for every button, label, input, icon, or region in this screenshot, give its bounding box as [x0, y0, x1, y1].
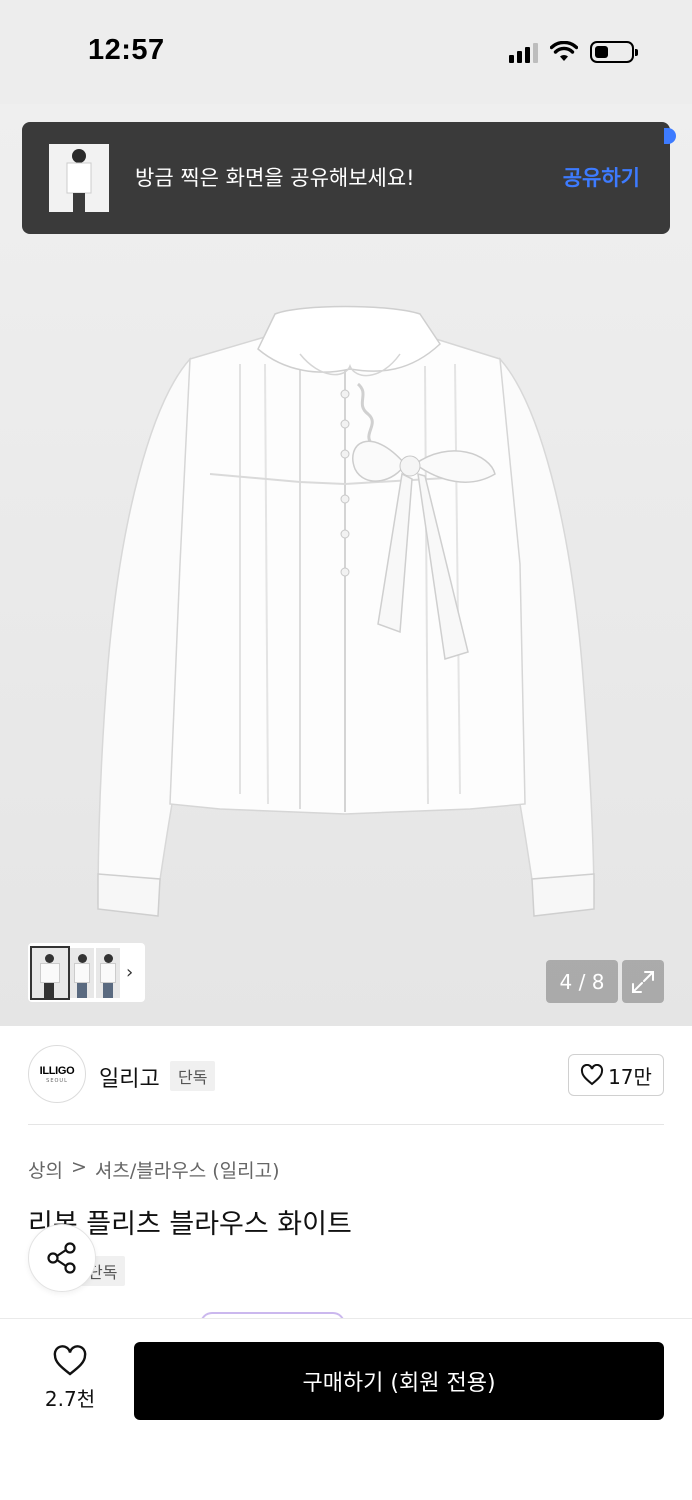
status-icons: [509, 40, 638, 64]
breadcrumb-category[interactable]: 상의: [28, 1156, 63, 1183]
bottom-action-bar: 2.7천 구매하기 (회원 전용): [0, 1318, 692, 1500]
share-toast: 방금 찍은 화면을 공유해보세요! 공유하기: [22, 122, 676, 234]
thumbnail-item[interactable]: [70, 947, 94, 998]
chevron-right-icon[interactable]: ›: [126, 962, 133, 983]
buy-button[interactable]: 구매하기 (회원 전용): [134, 1342, 664, 1420]
brand-row: ILLIGO SEOUL 일리고 단독 17만: [28, 1045, 664, 1107]
thumbnail-strip[interactable]: ›: [28, 943, 145, 1002]
brand-logo[interactable]: ILLIGO SEOUL: [28, 1045, 86, 1103]
wifi-icon: [550, 41, 578, 61]
exclusive-badge: 단독: [170, 1061, 216, 1091]
expand-icon: [632, 970, 654, 993]
heart-icon: [53, 1345, 87, 1376]
share-icon: [47, 1242, 76, 1274]
signal-icon: [509, 41, 538, 63]
heart-icon: [581, 1064, 604, 1086]
share-button[interactable]: [28, 1224, 96, 1292]
divider: [28, 1124, 664, 1125]
thumbnail-item[interactable]: [30, 945, 70, 1000]
toast-message: 방금 찍은 화면을 공유해보세요!: [135, 166, 415, 190]
breadcrumb-separator: >: [70, 1156, 87, 1178]
battery-icon: [590, 41, 638, 63]
brand-like-count: 17만: [608, 1064, 652, 1089]
expand-button[interactable]: [622, 960, 664, 1003]
share-action-button[interactable]: 공유하기: [563, 162, 640, 192]
brand-logo-text: ILLIGO: [39, 1064, 75, 1077]
brand-logo-subtext: SEOUL: [46, 1077, 68, 1084]
brand-like-button[interactable]: 17만: [568, 1054, 664, 1096]
blouse-illustration: [97, 305, 595, 917]
thumbnail-item[interactable]: [96, 947, 120, 998]
screenshot-thumbnail[interactable]: [49, 144, 109, 212]
image-counter: 4 / 8: [546, 960, 618, 1003]
breadcrumb: 상의 > 셔츠/블라우스 (일리고): [28, 1156, 279, 1183]
breadcrumb-subcategory[interactable]: 셔츠/블라우스 (일리고): [95, 1156, 280, 1183]
status-time: 12:57: [88, 34, 165, 66]
brand-name[interactable]: 일리고: [99, 1061, 160, 1093]
wishlist-count: 2.7천: [44, 1387, 96, 1411]
status-bar: 12:57: [0, 0, 692, 104]
product-image[interactable]: [0, 104, 692, 1026]
wishlist-button[interactable]: 2.7천: [28, 1345, 112, 1415]
